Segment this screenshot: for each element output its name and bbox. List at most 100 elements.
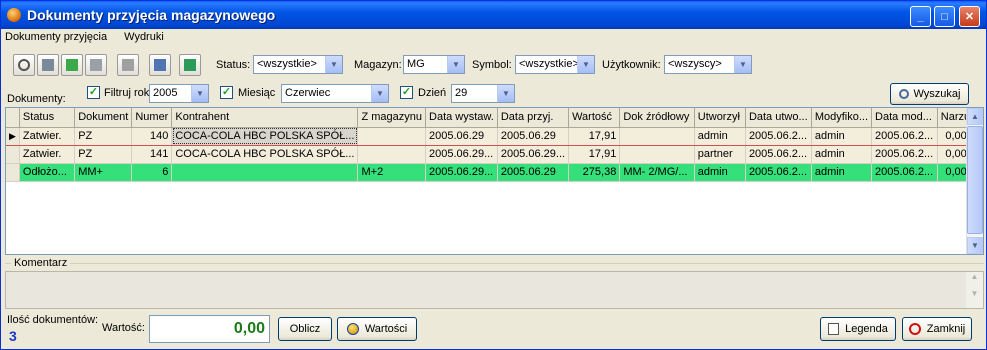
legenda-label: Legenda [845, 323, 888, 335]
table-cell: Zatwier. [19, 126, 76, 146]
column-header[interactable]: Data przyj. [497, 108, 570, 128]
column-header[interactable]: Data mod... [871, 108, 938, 128]
column-header[interactable]: Wartość [568, 108, 621, 128]
miesiac-select[interactable]: Czerwiec ▼ [281, 84, 389, 103]
wartosci-label: Wartości [364, 323, 408, 335]
ilosc-dokumentow-label: Ilość dokumentów: [7, 314, 99, 326]
miesiac-checkbox[interactable]: ✓ [220, 86, 233, 99]
legenda-button[interactable]: Legenda [820, 317, 896, 341]
chevron-down-icon[interactable]: ▼ [577, 56, 594, 73]
scroll-up-icon[interactable]: ▲ [967, 108, 983, 125]
table-cell: 2005.06.29... [425, 163, 498, 182]
zamknij-button[interactable]: Zamknij [902, 317, 972, 341]
row-indicator-header [6, 108, 20, 128]
approve-icon [122, 59, 134, 71]
status-select[interactable]: <wszystkie> ▼ [253, 55, 343, 74]
komentarz-label: Komentarz [11, 257, 71, 269]
oblicz-button[interactable]: Oblicz [278, 317, 332, 341]
filtruj-rok-checkbox[interactable]: ✓ [87, 86, 100, 99]
table-cell: admin [694, 126, 746, 146]
uzytkownik-select[interactable]: <wszyscy> ▼ [664, 55, 752, 74]
scroll-up-icon[interactable]: ▲ [966, 272, 983, 289]
magazyn-value: MG [407, 58, 425, 70]
wyszukaj-button[interactable]: Wyszukaj [890, 83, 969, 105]
app-icon [7, 8, 21, 22]
table-cell: admin [694, 163, 746, 182]
maximize-button[interactable]: □ [934, 6, 955, 27]
export-button[interactable] [179, 54, 201, 76]
dzien-checkbox[interactable]: ✓ [400, 86, 413, 99]
symbol-value: <wszystkie> [519, 58, 579, 70]
scroll-thumb[interactable] [967, 126, 983, 234]
status-label: Status: [216, 59, 251, 71]
table-row[interactable]: ▶ Zatwier. PZ 140 COCA-COLA HBC POLSKA S… [6, 126, 983, 146]
edit-button[interactable] [85, 54, 107, 76]
column-header[interactable]: Kontrahent [171, 108, 359, 128]
magazyn-label: Magazyn: [354, 59, 402, 71]
documents-grid[interactable]: Status Dokument Numer Kontrahent Z magaz… [5, 107, 984, 255]
column-header[interactable]: Dok źródłowy [619, 108, 695, 128]
menu-bar: Dokumenty przyjęcia Wydruki [5, 31, 178, 49]
chevron-down-icon[interactable]: ▼ [191, 85, 208, 102]
column-header[interactable]: Data wystaw. [425, 108, 498, 128]
symbol-select[interactable]: <wszystkie> ▼ [515, 55, 595, 74]
dzien-label: Dzień [418, 87, 447, 99]
column-header[interactable]: Data utwo... [745, 108, 812, 128]
table-cell: admin [811, 126, 873, 146]
symbol-label: Symbol: [472, 59, 512, 71]
add-button[interactable] [37, 54, 59, 76]
table-cell: 2005.06.29... [497, 145, 570, 164]
scroll-down-icon[interactable]: ▼ [967, 237, 983, 254]
minimize-button[interactable]: _ [910, 6, 931, 27]
close-button[interactable]: ✕ [959, 6, 980, 27]
table-cell: partner [694, 145, 746, 164]
scroll-down-icon[interactable]: ▼ [966, 289, 983, 306]
chevron-down-icon[interactable]: ▼ [497, 85, 514, 102]
rok-select[interactable]: 2005 ▼ [149, 84, 209, 103]
table-cell [619, 145, 695, 164]
row-indicator-icon: ▶ [6, 126, 20, 146]
chevron-down-icon[interactable]: ▼ [734, 56, 751, 73]
chevron-down-icon[interactable]: ▼ [371, 85, 388, 102]
print-button[interactable] [149, 54, 171, 76]
column-header[interactable]: Z magazynu [357, 108, 427, 128]
wartosc-label: Wartość: [102, 322, 145, 334]
search-icon [898, 89, 909, 99]
grid-vertical-scrollbar[interactable]: ▲ ▼ [966, 108, 983, 254]
table-cell: COCA-COLA HBC POLSKA SPÓŁ... [171, 126, 359, 146]
table-cell: admin [811, 163, 873, 182]
title-bar[interactable]: Dokumenty przyjęcia magazynowego _ □ ✕ [1, 1, 986, 29]
column-header[interactable]: Modyfiko... [811, 108, 873, 128]
preview-button[interactable] [13, 54, 35, 76]
edit-document-icon [90, 59, 102, 71]
approve-button[interactable] [117, 54, 139, 76]
table-cell: MM+ [74, 163, 133, 182]
chevron-down-icon[interactable]: ▼ [325, 56, 342, 73]
table-cell: PZ [74, 145, 133, 164]
wartosc-field[interactable]: 0,00 [149, 315, 270, 343]
magazyn-select[interactable]: MG ▼ [403, 55, 465, 74]
table-cell: 2005.06.29 [497, 163, 570, 182]
menu-wydruki[interactable]: Wydruki [124, 31, 164, 43]
wartosci-button[interactable]: Wartości [337, 317, 417, 341]
status-value: <wszystkie> [257, 58, 317, 70]
chevron-down-icon[interactable]: ▼ [447, 56, 464, 73]
dzien-value: 29 [455, 87, 468, 99]
table-cell: 2005.06.2... [745, 145, 812, 164]
printer-icon [154, 59, 166, 71]
new-button[interactable] [61, 54, 83, 76]
column-header[interactable]: Utworzył [694, 108, 746, 128]
table-row[interactable]: Odłożo... MM+ 6 M+2 2005.06.29... 2005.0… [6, 163, 983, 182]
table-cell: 6 [131, 163, 173, 182]
table-row[interactable]: Zatwier. PZ 141 COCA-COLA HBC POLSKA SPÓ… [6, 145, 983, 164]
table-cell: 275,38 [568, 163, 621, 182]
column-header[interactable]: Numer [131, 108, 173, 128]
column-header[interactable]: Status [19, 108, 76, 128]
dzien-select[interactable]: 29 ▼ [451, 84, 515, 103]
column-header[interactable]: Dokument [74, 108, 133, 128]
menu-dokumenty-przyjecia[interactable]: Dokumenty przyjęcia [5, 31, 107, 43]
comment-textarea[interactable]: ▲ ▼ [5, 271, 984, 309]
table-cell [357, 126, 427, 146]
comment-scrollbar[interactable]: ▲ ▼ [966, 272, 983, 308]
table-cell: admin [811, 145, 873, 164]
